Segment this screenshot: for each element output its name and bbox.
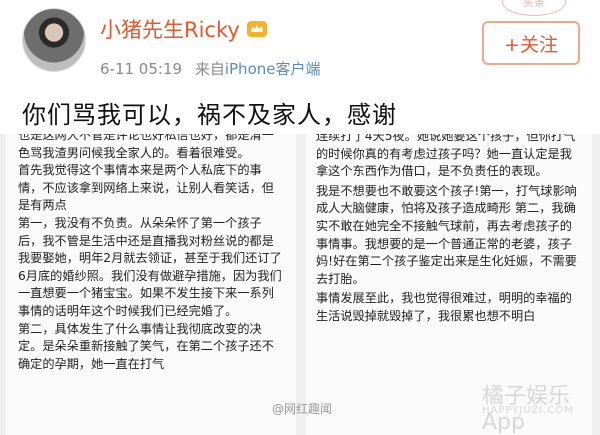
user-name[interactable]: 小猪先生Ricky (100, 14, 240, 44)
post-title: 你们骂我可以，祸不及家人，感谢 (22, 101, 397, 129)
follow-button[interactable]: +关注 (482, 21, 580, 65)
right-paragraph: 事情发展至此，我也觉得很难过，明明的幸福的生活说毁掉就毁掉了，我很累也想不明白 (316, 291, 572, 323)
user-name-row: 小猪先生Ricky (100, 14, 268, 44)
right-paragraph: 我是不想要也不敢要这个孩子!第一，打气球影响成人大脑健康，怕将及孩子造成畸形 第… (316, 183, 577, 286)
left-paragraph: 也是这网大不管是评论也好私信也好，都是清一色骂我渣男问候我全家人的。看着很难受。 (18, 134, 274, 160)
left-paragraph: 首先我觉得这个事情本来是两个人私底下的事情，不应该拿到网络上来说，让别人看笑话，… (18, 163, 274, 213)
vip-crown-icon (246, 21, 267, 37)
right-paragraph: 连续打了4天5夜。她说她要这个孩子，但你打气的时候你真的有考虑过孩子吗？她一直认… (316, 134, 576, 179)
stamp-badge: 头条 (502, 0, 566, 16)
source-prefix: 来自 (194, 60, 225, 78)
left-paragraph: 第二，具体发生了什么事情让我彻底改变的决定。是朵朵重新接触了笑气，在第二个孩子还… (18, 321, 274, 371)
left-paragraph: 第一，我没有不负责。从朵朵怀了第一个孩子后，我不管是生活中还是直播我对粉丝说的都… (18, 215, 282, 318)
avatar[interactable] (22, 8, 86, 72)
post-source[interactable]: iPhone客户端 (225, 60, 321, 78)
brand-url: HAPPYJUZI.COM (482, 405, 574, 416)
post-time: 6-11 05:19 (100, 60, 183, 78)
post-meta: 6-11 05:19 来自iPhone客户端 (100, 58, 320, 79)
watermark: @网红趣闻 (272, 402, 333, 416)
post-header: 小猪先生Ricky 6-11 05:19 来自iPhone客户端 头条 +关注 (0, 0, 600, 90)
screenshot-left-panel: 也是这网大不管是评论也好私信也好，都是清一色骂我渣男问候我全家人的。看着很难受。… (6, 134, 296, 435)
